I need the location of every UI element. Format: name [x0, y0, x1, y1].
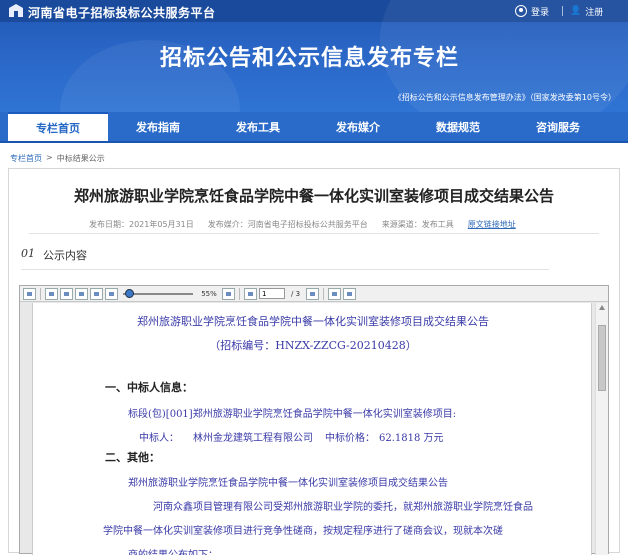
fit-width-icon[interactable]: [90, 287, 103, 300]
pdf-section-2: 二、其他：: [105, 451, 160, 464]
pdf-lot: 标段(包)[001]郑州旅游职业学院烹饪食品学院中餐一体化实训室装修项目:: [128, 409, 457, 420]
breadcrumb-current: 中标结果公示: [56, 154, 105, 163]
zoom-in-icon[interactable]: [222, 287, 235, 300]
site-title[interactable]: 河南省电子招标投标公共服务平台: [28, 4, 216, 21]
breadcrumb-separator: >: [46, 153, 53, 162]
banner-subtitle[interactable]: 《招标公告和公示信息发布管理办法》（国家发改委第10号令）: [394, 92, 616, 103]
zoom-out-icon[interactable]: [105, 287, 118, 300]
page-number-input[interactable]: 1: [259, 288, 285, 299]
nav-item-guide[interactable]: 发布指南: [108, 112, 208, 141]
login-button[interactable]: 登录: [515, 3, 549, 19]
divider: [29, 233, 599, 234]
register-button[interactable]: 👤 注册: [570, 3, 603, 19]
header-divider: [562, 6, 563, 16]
login-label: 登录: [531, 7, 550, 18]
pdf-paragraph: 河南众鑫项目管理有限公司受郑州旅游职业学院的委托，就郑州旅游职业学院烹饪食品: [153, 502, 533, 513]
pdf-winner: 林州金龙建筑工程有限公司: [193, 433, 313, 444]
prev-page-icon[interactable]: [244, 287, 257, 300]
banner-title: 招标公告和公示信息发布专栏: [160, 46, 460, 71]
nav-item-home[interactable]: 专栏首页: [8, 112, 108, 141]
fit-page-icon[interactable]: [75, 287, 88, 300]
pdf-title: 郑州旅游职业学院烹饪食品学院中餐一体化实训室装修项目成交结果公告: [137, 315, 489, 328]
nav-item-data-spec[interactable]: 数据规范: [408, 112, 508, 141]
header-banner: 河南省电子招标投标公共服务平台 登录 👤 注册 招标公告和公示信息发布专栏 《招…: [0, 0, 628, 112]
pan-hand-icon[interactable]: [343, 287, 357, 300]
site-logo-icon: [9, 4, 23, 17]
breadcrumb-home[interactable]: 专栏首页: [10, 153, 42, 164]
scroll-thumb[interactable]: [598, 325, 606, 391]
notice-meta: 发布日期：2021年05月31日 发布媒介：河南省电子招标投标公共服务平台 来源…: [89, 219, 516, 230]
nav-item-tools[interactable]: 发布工具: [208, 112, 308, 141]
nav-item-consulting[interactable]: 咨询服务: [508, 112, 608, 141]
scroll-up-icon[interactable]: [599, 305, 605, 310]
pdf-paragraph: 郑州旅游职业学院烹饪食品学院中餐一体化实训室装修项目成交结果公告: [128, 478, 448, 489]
thumbnail-icon[interactable]: [60, 287, 73, 300]
pdf-price: 62.1818 万元: [379, 433, 444, 444]
notice-title: 郑州旅游职业学院烹饪食品学院中餐一体化实训室装修项目成交结果公告: [73, 187, 554, 205]
pdf-paragraph: 商的结果公布如下：: [128, 546, 218, 555]
register-label: 注册: [585, 7, 604, 18]
next-page-icon[interactable]: [306, 287, 320, 300]
notice-panel: 郑州旅游职业学院烹饪食品学院中餐一体化实训室装修项目成交结果公告 发布日期：20…: [8, 168, 620, 555]
page-total: / 3: [291, 289, 301, 298]
select-icon[interactable]: [328, 287, 342, 300]
original-link[interactable]: 原文链接地址: [468, 219, 516, 230]
publish-media: 发布媒介：河南省电子招标投标公共服务平台: [207, 220, 368, 229]
save-icon[interactable]: [45, 287, 58, 300]
divider: [21, 269, 549, 270]
pdf-paragraph: 学院中餐一体化实训室装修项目进行竞争性磋商，按规定程序进行了磋商会议，现就本次磋: [103, 526, 503, 537]
pdf-winner-label: 中标人：: [139, 433, 179, 444]
pdf-section-1: 一、中标人信息：: [105, 381, 193, 394]
pdf-tender-code: （招标编号：HNZX-ZZCG-20210428）: [209, 339, 417, 352]
zoom-value: 55%: [201, 289, 217, 298]
zoom-knob[interactable]: [125, 288, 134, 298]
zoom-slider[interactable]: [123, 288, 193, 298]
print-icon[interactable]: [23, 287, 36, 300]
pdf-viewer: 55% 1 / 3 郑州旅游职业学院烹饪食品学院中餐一体化实训室装修项目成交结果…: [19, 285, 609, 555]
nav-item-media[interactable]: 发布媒介: [308, 112, 408, 141]
user-icon: [515, 5, 527, 17]
pdf-page: 郑州旅游职业学院烹饪食品学院中餐一体化实训室装修项目成交结果公告 （招标编号：H…: [32, 303, 592, 555]
breadcrumb: 专栏首页 > 中标结果公示: [10, 153, 105, 164]
source-channel: 来源渠道：发布工具: [381, 220, 454, 229]
pdf-price-label: 中标价格：: [325, 433, 375, 444]
pdf-toolbar: 55% 1 / 3: [20, 286, 608, 302]
section-number: 01: [21, 247, 35, 260]
section-heading: 01 公示内容: [21, 247, 87, 263]
main-nav: 专栏首页 发布指南 发布工具 发布媒介 数据规范 咨询服务: [0, 112, 628, 143]
publish-date: 发布日期：2021年05月31日: [89, 220, 194, 229]
user-icon: 👤: [570, 6, 582, 16]
pdf-scrollbar[interactable]: [595, 303, 608, 555]
section-label: 公示内容: [43, 249, 87, 262]
